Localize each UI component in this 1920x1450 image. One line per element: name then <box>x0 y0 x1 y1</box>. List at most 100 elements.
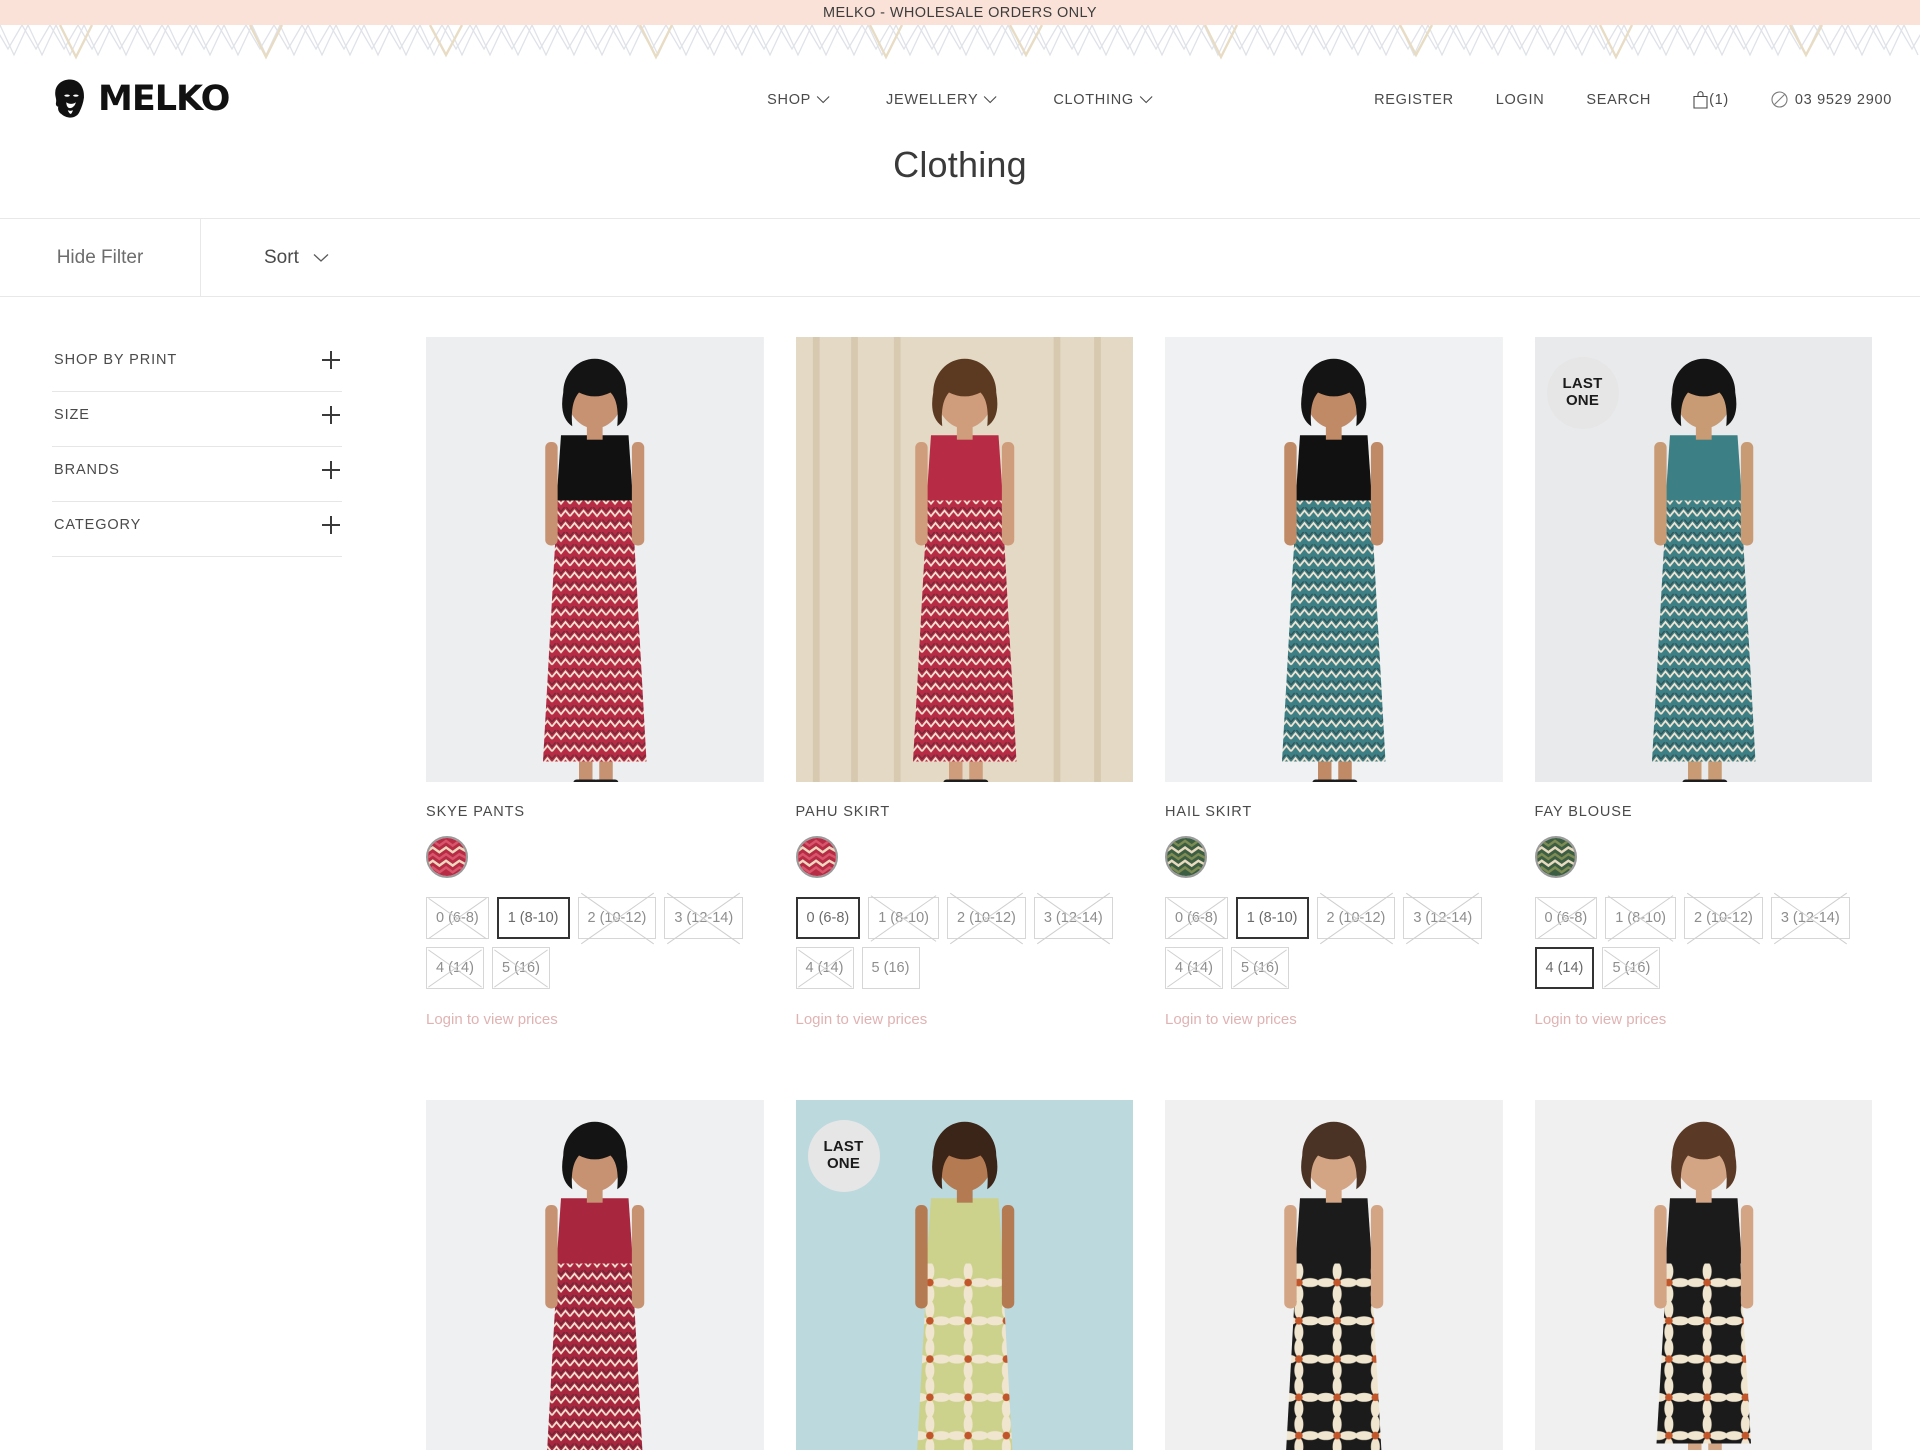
size-option[interactable]: 2 (10-12) <box>578 897 657 939</box>
last-one-badge-line1: LAST <box>824 1139 864 1156</box>
phone-link[interactable]: 03 9529 2900 <box>1771 91 1892 108</box>
color-swatch[interactable] <box>796 836 838 878</box>
size-option[interactable]: 4 (14) <box>1165 947 1223 989</box>
login-link[interactable]: LOGIN <box>1496 92 1545 108</box>
size-options: 0 (6-8)1 (8-10)2 (10-12)3 (12-14) 4 (14)5… <box>426 897 756 989</box>
size-option[interactable]: 2 (10-12) <box>947 897 1026 939</box>
product-card[interactable] <box>426 1100 764 1450</box>
size-option[interactable]: 3 (12-14) <box>664 897 743 939</box>
filter-label: SIZE <box>54 407 90 423</box>
filter-group-category[interactable]: CATEGORY <box>52 502 342 557</box>
page-title: Clothing <box>893 144 1027 186</box>
plus-icon[interactable] <box>322 406 340 424</box>
product-card[interactable] <box>1165 1100 1503 1450</box>
size-option[interactable]: 1 (8-10) <box>868 897 939 939</box>
nav-item-jewellery-label: JEWELLERY <box>886 92 978 108</box>
filter-group-brands[interactable]: BRANDS <box>52 447 342 502</box>
size-options: 0 (6-8)1 (8-10)2 (10-12)3 (12-14) 4 (14)5… <box>796 897 1126 989</box>
product-grid-column: SKYE PANTS 0 (6-8)1 (8-10)2 (10-12)3 (12… <box>426 337 1920 1450</box>
hide-filter-button[interactable]: Hide Filter <box>0 219 201 296</box>
filter-sidebar: SHOP BY PRINT SIZE BRANDS CATEGORY <box>0 337 426 1450</box>
chevron-down-icon <box>1139 95 1153 104</box>
size-option[interactable]: 0 (6-8) <box>1165 897 1228 939</box>
login-to-view-prices-link[interactable]: Login to view prices <box>1165 1011 1503 1028</box>
product-image[interactable] <box>426 1100 764 1450</box>
nav-item-shop[interactable]: SHOP <box>767 92 830 108</box>
plus-icon[interactable] <box>322 461 340 479</box>
register-link[interactable]: REGISTER <box>1374 92 1454 108</box>
size-option[interactable]: 0 (6-8) <box>1535 897 1598 939</box>
chevron-down-icon <box>816 95 830 104</box>
chevron-down-icon <box>313 253 329 263</box>
size-option[interactable]: 5 (16) <box>1602 947 1660 989</box>
hide-filter-label: Hide Filter <box>57 247 144 269</box>
plus-icon[interactable] <box>322 516 340 534</box>
login-to-view-prices-link[interactable]: Login to view prices <box>426 1011 764 1028</box>
size-option[interactable]: 1 (8-10) <box>1236 897 1309 939</box>
size-option[interactable]: 1 (8-10) <box>1605 897 1676 939</box>
product-image[interactable] <box>426 337 764 782</box>
size-option[interactable]: 3 (12-14) <box>1403 897 1482 939</box>
product-card[interactable]: SKYE PANTS 0 (6-8)1 (8-10)2 (10-12)3 (12… <box>426 337 764 1028</box>
phone-number: 03 9529 2900 <box>1795 92 1892 108</box>
product-image[interactable] <box>1535 1100 1873 1450</box>
product-name: FAY BLOUSE <box>1535 804 1873 820</box>
filter-label: CATEGORY <box>54 517 141 533</box>
size-options: 0 (6-8)1 (8-10)2 (10-12)3 (12-14) 4 (14)5… <box>1165 897 1495 989</box>
product-image[interactable]: LAST ONE <box>796 1100 1134 1450</box>
product-card[interactable]: LAST ONE FAY BLOUSE 0 (6-8)1 (8-10)2 (10… <box>1535 337 1873 1028</box>
size-option[interactable]: 4 (14) <box>796 947 854 989</box>
cart-link[interactable]: (1) <box>1693 91 1729 109</box>
brand-logo[interactable]: MELKO <box>48 78 348 122</box>
melko-face-logo-icon <box>48 78 92 122</box>
size-option[interactable]: 3 (12-14) <box>1771 897 1850 939</box>
size-option[interactable]: 5 (16) <box>862 947 920 989</box>
product-grid-row-1: SKYE PANTS 0 (6-8)1 (8-10)2 (10-12)3 (12… <box>426 337 1872 1028</box>
product-image[interactable]: LAST ONE <box>1535 337 1873 782</box>
phone-icon <box>1771 91 1788 108</box>
size-option[interactable]: 5 (16) <box>492 947 550 989</box>
last-one-badge-line2: ONE <box>1566 393 1599 410</box>
product-name: PAHU SKIRT <box>796 804 1134 820</box>
product-grid-row-2: LAST ONE <box>426 1100 1872 1450</box>
search-link[interactable]: SEARCH <box>1586 92 1651 108</box>
nav-item-clothing[interactable]: CLOTHING <box>1053 92 1153 108</box>
product-name: SKYE PANTS <box>426 804 764 820</box>
page-content: SHOP BY PRINT SIZE BRANDS CATEGORY <box>0 297 1920 1450</box>
size-option[interactable]: 4 (14) <box>426 947 484 989</box>
product-card[interactable]: LAST ONE <box>796 1100 1134 1450</box>
sort-dropdown[interactable]: Sort <box>201 219 329 296</box>
size-option[interactable]: 0 (6-8) <box>426 897 489 939</box>
product-image[interactable] <box>1165 1100 1503 1450</box>
last-one-badge: LAST ONE <box>808 1120 880 1192</box>
site-header: MELKO SHOP JEWELLERY CLOTHING REGISTER L… <box>0 61 1920 138</box>
color-swatch[interactable] <box>426 836 468 878</box>
filter-group-size[interactable]: SIZE <box>52 392 342 447</box>
product-card[interactable]: PAHU SKIRT 0 (6-8)1 (8-10)2 (10-12)3 (12… <box>796 337 1134 1028</box>
product-image[interactable] <box>796 337 1134 782</box>
filter-group-shop-by-print[interactable]: SHOP BY PRINT <box>52 337 342 392</box>
plus-icon[interactable] <box>322 351 340 369</box>
product-card[interactable]: HAIL SKIRT 0 (6-8)1 (8-10)2 (10-12)3 (12… <box>1165 337 1503 1028</box>
login-to-view-prices-link[interactable]: Login to view prices <box>796 1011 1134 1028</box>
size-option[interactable]: 5 (16) <box>1231 947 1289 989</box>
size-option[interactable]: 1 (8-10) <box>497 897 570 939</box>
product-image[interactable] <box>1165 337 1503 782</box>
size-option[interactable]: 4 (14) <box>1535 947 1595 989</box>
color-swatch[interactable] <box>1165 836 1207 878</box>
login-to-view-prices-link[interactable]: Login to view prices <box>1535 1011 1873 1028</box>
size-options: 0 (6-8)1 (8-10)2 (10-12)3 (12-14) 4 (14)5… <box>1535 897 1865 989</box>
size-option[interactable]: 2 (10-12) <box>1317 897 1396 939</box>
nav-item-jewellery[interactable]: JEWELLERY <box>886 92 997 108</box>
last-one-badge-line1: LAST <box>1563 376 1603 393</box>
last-one-badge-line2: ONE <box>827 1156 860 1173</box>
size-option[interactable]: 0 (6-8) <box>796 897 861 939</box>
product-card[interactable] <box>1535 1100 1873 1450</box>
size-option[interactable]: 3 (12-14) <box>1034 897 1113 939</box>
brand-name: MELKO <box>98 82 229 117</box>
product-name: HAIL SKIRT <box>1165 804 1503 820</box>
zigzag-decorative-band <box>0 25 1920 61</box>
utility-nav: REGISTER LOGIN SEARCH (1) 03 9529 2900 <box>1374 91 1892 109</box>
size-option[interactable]: 2 (10-12) <box>1684 897 1763 939</box>
color-swatch[interactable] <box>1535 836 1577 878</box>
